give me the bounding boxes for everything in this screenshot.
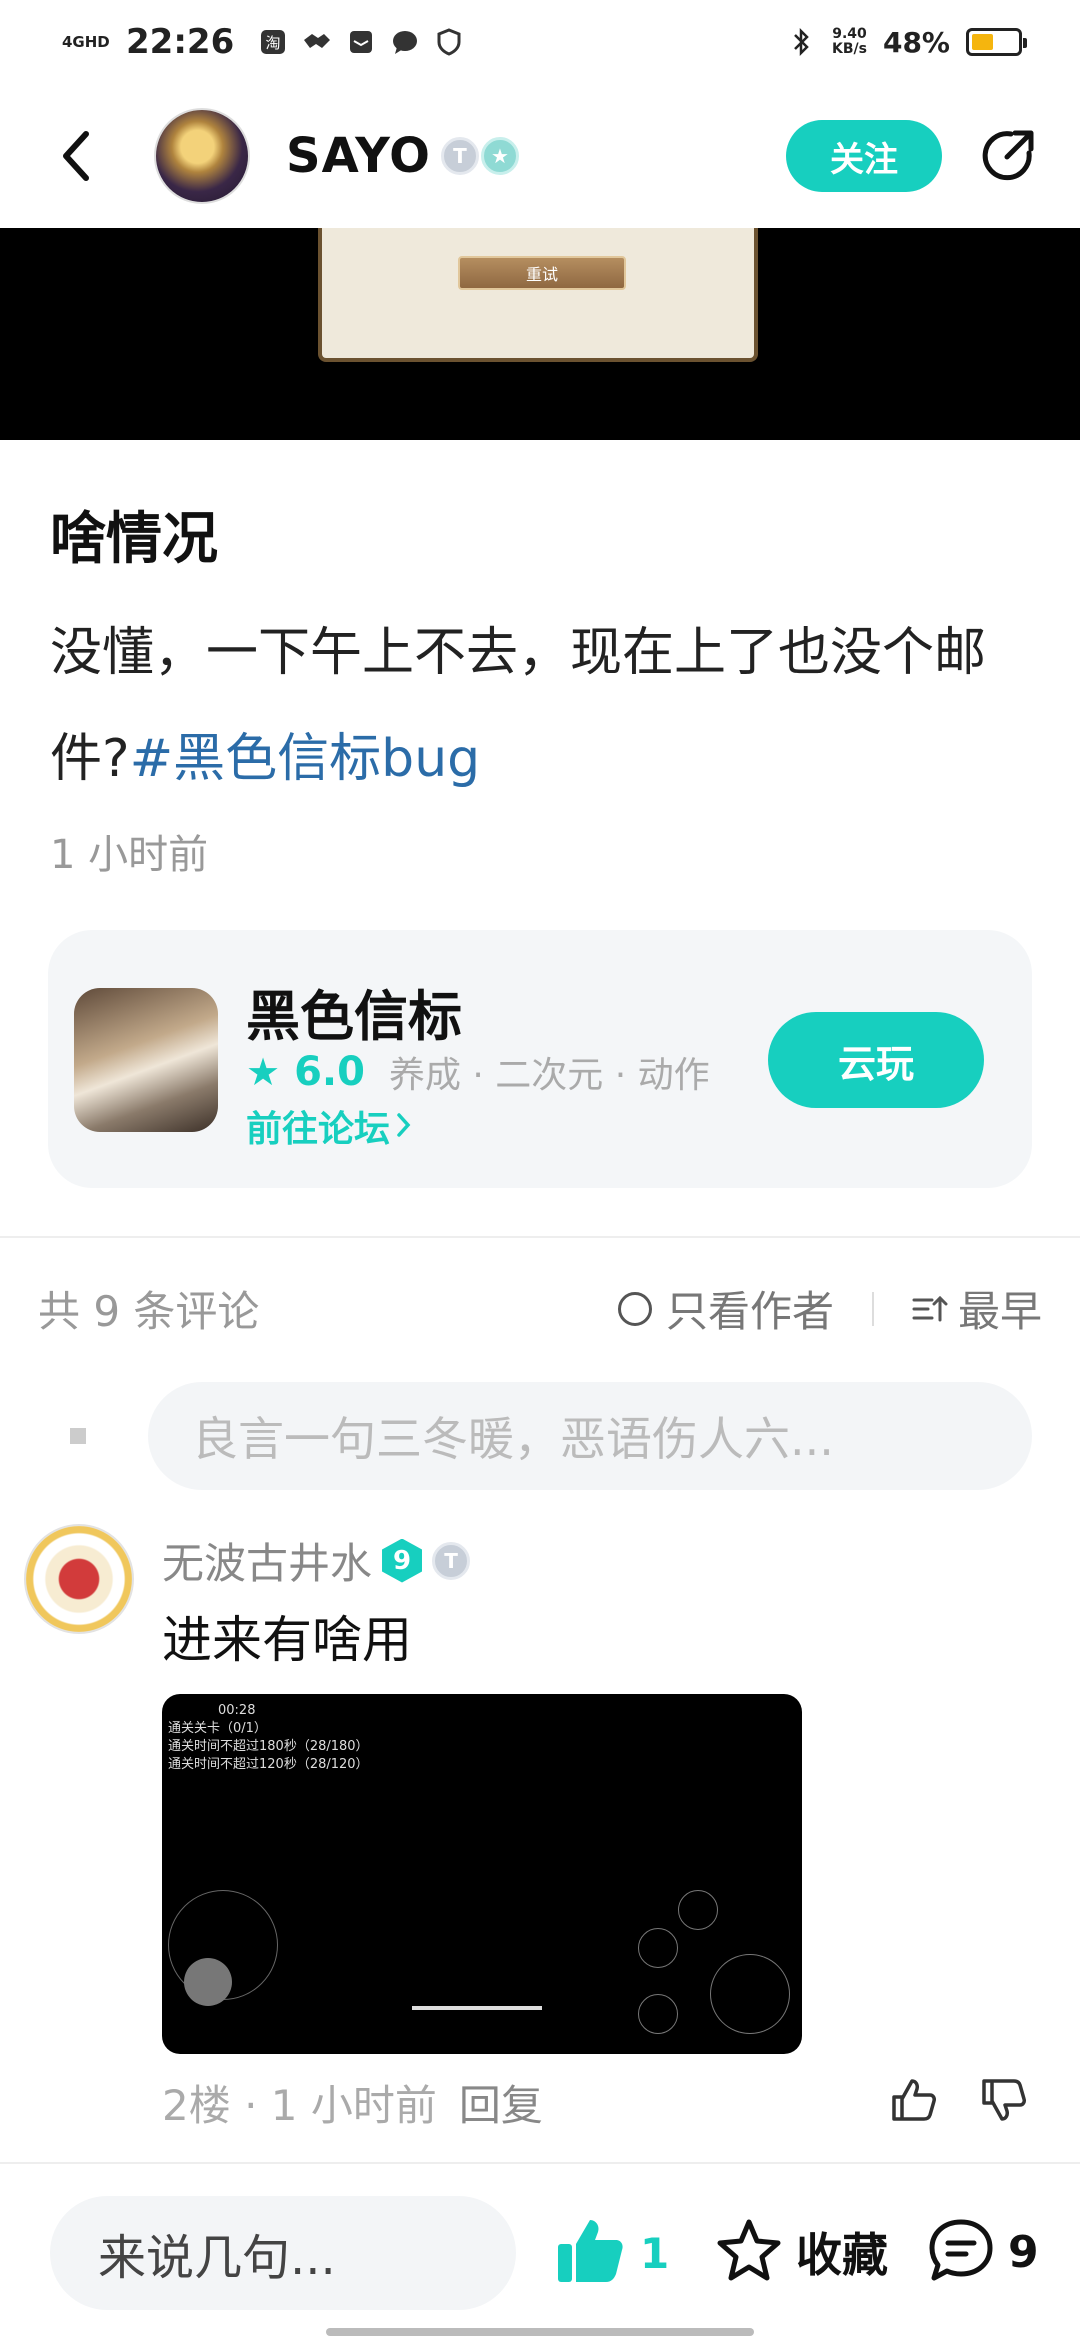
level-hex-badge: 9	[382, 1538, 423, 1583]
star-icon: ★	[246, 1050, 281, 1094]
battery-icon	[966, 28, 1027, 56]
comment-image[interactable]: 00:28 通关关卡（0/1） 通关时间不超过180秒（28/180） 通关时间…	[162, 1694, 802, 2054]
favorite-label: 收藏	[796, 2228, 888, 2282]
skill-button-small	[638, 1994, 678, 2034]
hashtag-link[interactable]: #黑色信标bug	[130, 729, 481, 789]
skill-button-small	[638, 1928, 678, 1968]
battery-percent: 48%	[882, 25, 950, 59]
post-time: 1 小时前	[50, 832, 209, 878]
taobao-notification-icon: 淘	[258, 27, 288, 57]
svg-text:淘: 淘	[266, 34, 281, 52]
author-only-radio-icon[interactable]	[617, 1291, 652, 1326]
game-meta: ★ 6.0 养成 · 二次元 · 动作	[246, 1046, 710, 1098]
comment-total: 9	[1008, 2226, 1039, 2278]
game-icon[interactable]	[74, 988, 218, 1132]
skill-button-small	[678, 1890, 718, 1930]
comments-header: 共 9 条评论 只看作者 最早	[38, 1278, 1042, 1339]
shield-notification-icon	[434, 27, 464, 57]
comment-text: 进来有啥用	[162, 1611, 412, 1669]
section-divider	[0, 1236, 1080, 1238]
my-avatar	[70, 1428, 86, 1444]
thumb-up-filled-icon	[556, 2218, 626, 2288]
reply-button[interactable]: 回复	[459, 2072, 543, 2133]
comment-count: 共 9 条评论	[38, 1287, 260, 1336]
follow-button[interactable]: 关注	[786, 120, 942, 192]
game-hud: 00:28 通关关卡（0/1） 通关时间不超过180秒（28/180） 通关时间…	[168, 1703, 369, 1772]
back-arrow-icon[interactable]	[50, 126, 100, 186]
battery-level	[972, 34, 994, 50]
comment-input[interactable]: 良言一句三冬暖，恶语伤人六...	[148, 1382, 1032, 1490]
title-badge-icon: T	[432, 1541, 471, 1580]
game-card[interactable]: 黑色信标 ★ 6.0 养成 · 二次元 · 动作 前往论坛 云玩	[48, 930, 1032, 1188]
bottom-comment-input[interactable]: 来说几句...	[50, 2196, 516, 2310]
hp-bar	[412, 2006, 542, 2010]
bluetooth-icon	[786, 27, 816, 57]
home-indicator[interactable]	[326, 2328, 754, 2336]
network-speed: 9.40 KB/s	[832, 26, 867, 57]
forum-link[interactable]: 前往论坛	[246, 1100, 412, 1152]
inbox-notification-icon	[346, 27, 376, 57]
post-header: SAYO T ★ 关注	[0, 84, 1080, 228]
sort-order-button[interactable]: 最早	[958, 1278, 1042, 1339]
comments-button[interactable]: 9	[928, 2218, 1039, 2286]
cloud-play-button[interactable]: 云玩	[768, 1012, 984, 1108]
like-count: 1	[640, 2228, 670, 2278]
comment-bubble-icon	[928, 2218, 994, 2286]
chat-notification-icon	[390, 27, 420, 57]
network-indicator: 4GHD	[62, 33, 110, 51]
share-icon[interactable]	[976, 124, 1040, 188]
level-badge-icon: T	[440, 137, 479, 175]
comment-floor-time: 2楼 · 1 小时前	[162, 2081, 437, 2130]
hud-timer: 00:28	[218, 1703, 256, 1718]
commenter-info: 无波古井水 9 T	[162, 1530, 471, 1591]
status-time: 22:26	[126, 22, 235, 62]
thumb-down-icon[interactable]	[978, 2074, 1030, 2126]
author-badges: T ★	[440, 137, 519, 175]
thumb-up-icon[interactable]	[888, 2074, 940, 2126]
like-button[interactable]: 1	[556, 2218, 669, 2288]
retry-button-in-image: 重试	[458, 256, 626, 290]
author-avatar[interactable]	[154, 108, 250, 204]
handshake-notification-icon	[302, 27, 332, 57]
game-rating: 6.0	[294, 1049, 365, 1095]
year-badge-icon: ★	[480, 137, 519, 175]
chevron-right-icon	[396, 1106, 412, 1147]
post-title: 啥情况	[50, 507, 218, 572]
post-body: 没懂，一下午上不去，现在上了也没个邮件?#黑色信标bug	[50, 623, 987, 789]
screenshot-dialog: 重试	[318, 228, 758, 362]
header-separator	[871, 1291, 874, 1326]
game-name: 黑色信标	[246, 985, 462, 1048]
author-name[interactable]: SAYO	[286, 128, 431, 184]
favorite-button[interactable]: 收藏	[716, 2218, 888, 2286]
comment-meta: 2楼 · 1 小时前 回复	[162, 2072, 543, 2133]
commenter-name[interactable]: 无波古井水	[162, 1530, 372, 1591]
author-only-toggle[interactable]: 只看作者	[666, 1278, 834, 1339]
game-tags: 养成 · 二次元 · 动作	[388, 1055, 710, 1096]
bottom-separator	[0, 2162, 1080, 2164]
status-bar: 4GHD 22:26 淘 9.40 KB/s 48%	[0, 0, 1080, 84]
post-image[interactable]: 重试	[0, 228, 1080, 440]
star-outline-icon	[716, 2218, 782, 2286]
sort-icon[interactable]	[912, 1291, 948, 1327]
commenter-avatar[interactable]	[24, 1524, 134, 1634]
skill-button-large	[710, 1954, 790, 2034]
joystick-knob	[184, 1958, 232, 2006]
